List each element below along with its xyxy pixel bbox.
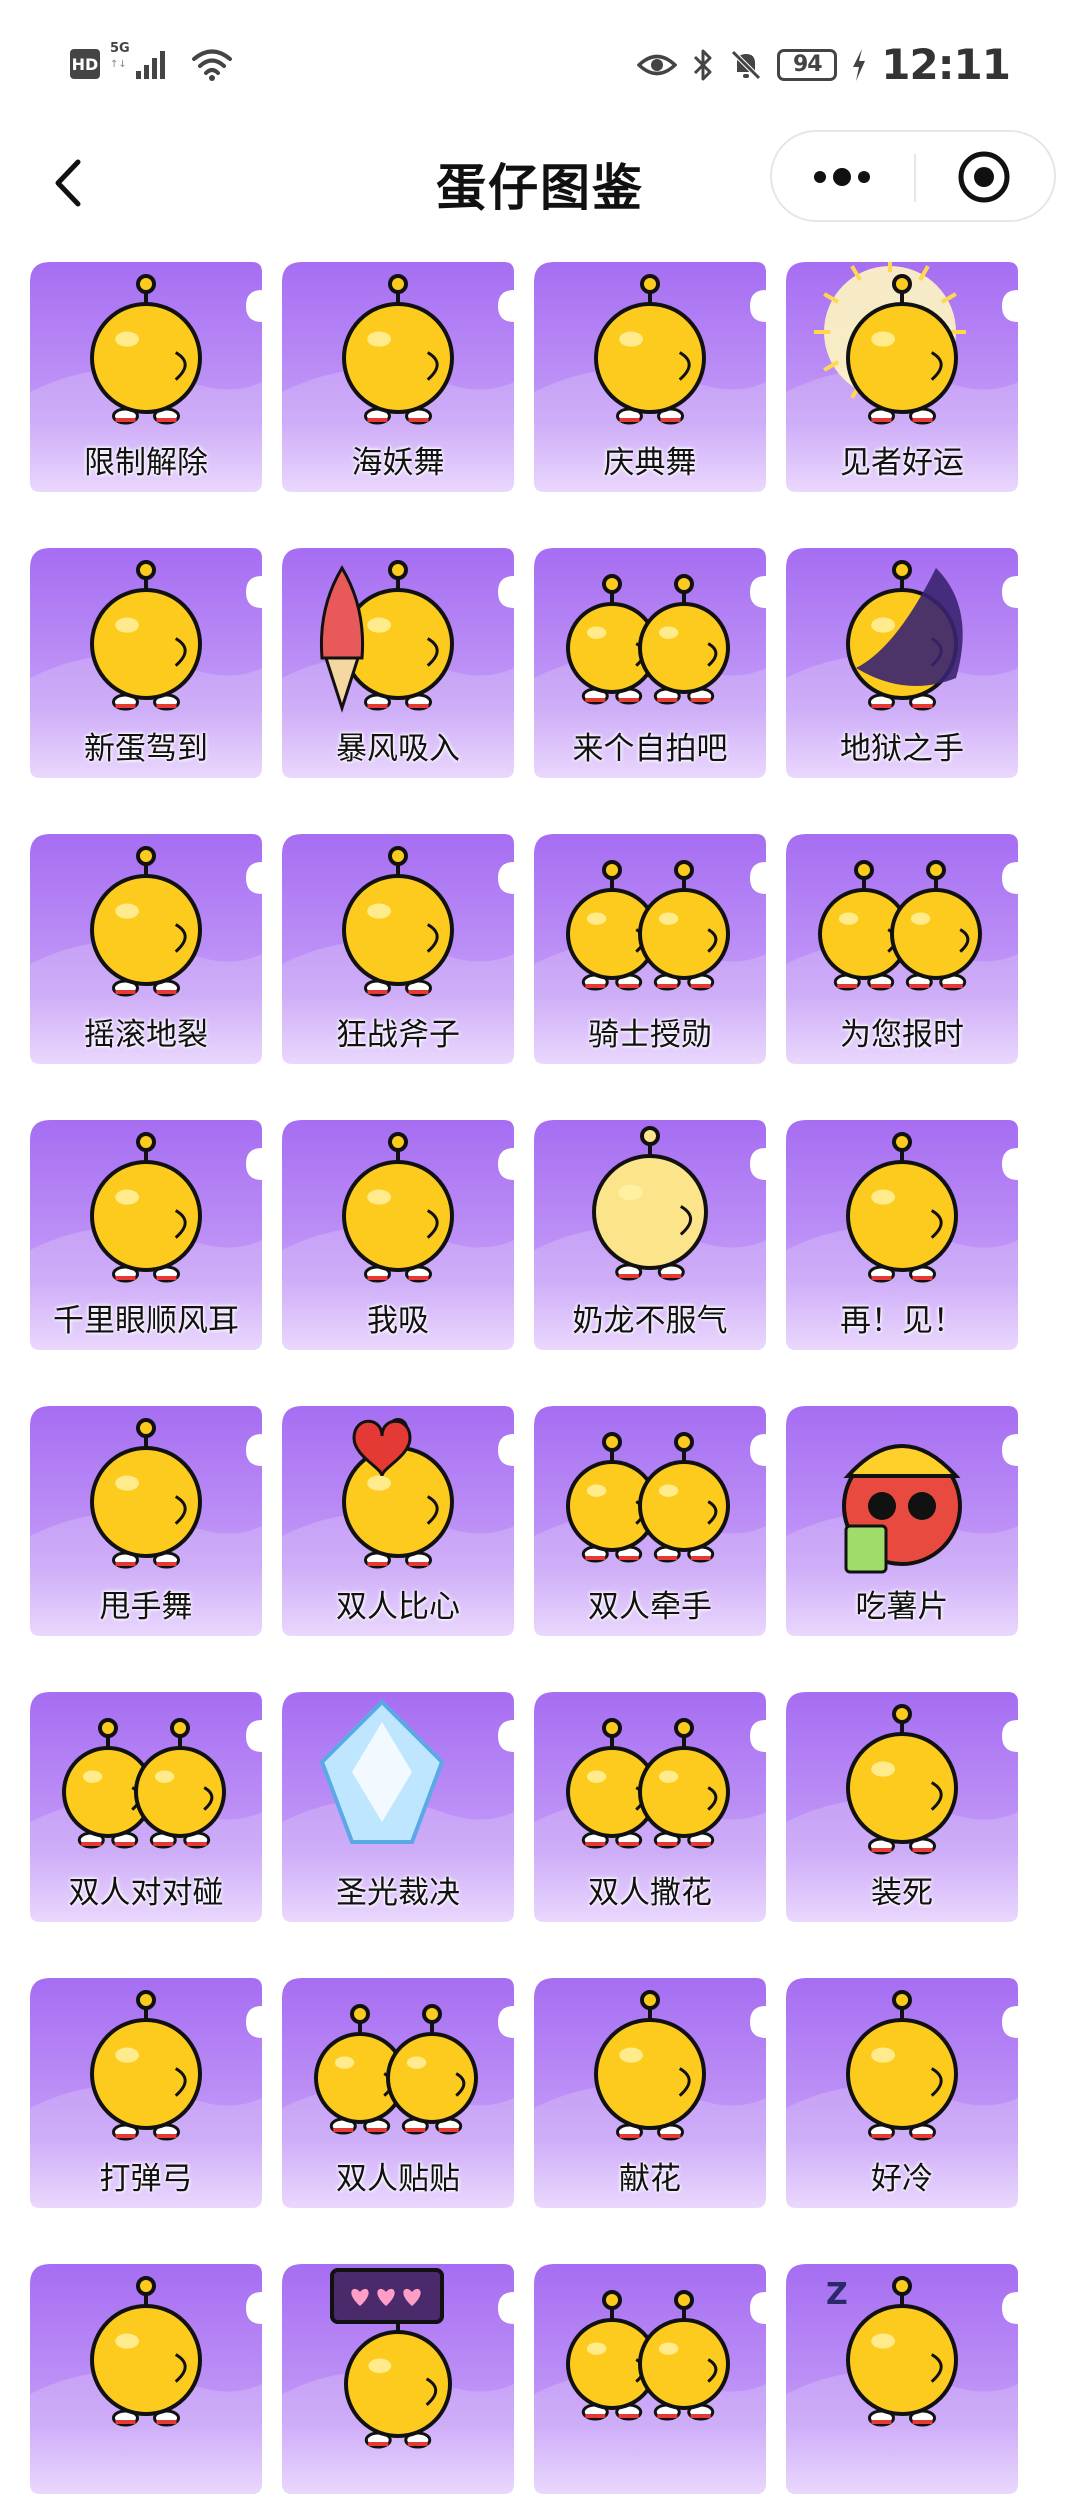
nav-bar: 蛋仔图鉴 (0, 130, 1080, 240)
eggy-character-icon: Z (826, 2276, 958, 2427)
charging-icon (853, 48, 866, 81)
status-right: 94 12:11 (637, 40, 1011, 89)
emote-card[interactable]: 狂战斧子 (282, 834, 514, 1064)
close-target-icon (958, 151, 1010, 203)
emote-card[interactable]: 装死 (786, 1692, 1018, 1922)
battery-level: 94 (777, 48, 838, 81)
emote-label: 圣光裁决 (336, 1875, 460, 1911)
emote-label: 新蛋驾到 (84, 731, 208, 767)
eggy-character-icon (566, 2290, 730, 2421)
network-activity: ↑↓ (110, 59, 127, 70)
emote-label: 双人对对碰 (68, 1875, 224, 1911)
emote-card[interactable]: 双人贴贴 (282, 1978, 514, 2208)
emote-card[interactable]: 打弹弓 (30, 1978, 262, 2208)
emote-label: 打弹弓 (99, 2161, 193, 2197)
emote-card[interactable]: 限制解除 (30, 262, 262, 492)
cellular-signal: 5G ↑↓ (110, 41, 180, 81)
more-button[interactable] (772, 132, 912, 220)
status-time: 12:11 (881, 40, 1011, 89)
emote-label: 再！见！ (840, 1303, 964, 1339)
emote-label: 为您报时 (840, 1017, 964, 1053)
emote-card[interactable]: 摇滚地裂 (30, 834, 262, 1064)
emote-card[interactable]: 来个自拍吧 (534, 548, 766, 778)
emote-card[interactable]: 新蛋驾到 (30, 548, 262, 778)
emote-label: 我吸 (367, 1303, 429, 1339)
emote-card[interactable]: 吃薯片 (786, 1406, 1018, 1636)
eggy-character-icon (90, 2276, 202, 2427)
emote-label: 见者好运 (840, 445, 964, 481)
network-type: 5G (110, 41, 130, 56)
emote-label: 装死 (871, 1875, 933, 1911)
emote-card[interactable]: 我吸 (282, 1120, 514, 1350)
emote-card[interactable]: 双人对对碰 (30, 1692, 262, 1922)
emote-card[interactable]: 双人撒花 (534, 1692, 766, 1922)
emote-label: 狂战斧子 (336, 1017, 460, 1053)
more-dots-icon (814, 168, 870, 186)
bluetooth-icon (694, 49, 712, 80)
emote-card[interactable] (282, 2264, 514, 2494)
emote-card[interactable]: 再！见！ (786, 1120, 1018, 1350)
close-button[interactable] (918, 132, 1054, 220)
emote-card[interactable]: 暴风吸入 (282, 548, 514, 778)
emote-card[interactable]: Z (786, 2264, 1018, 2494)
emote-card[interactable]: 奶龙不服气 (534, 1120, 766, 1350)
emote-card[interactable]: 甩手舞 (30, 1406, 262, 1636)
emote-label: 奶龙不服气 (572, 1303, 728, 1339)
emote-label: 千里眼顺风耳 (53, 1303, 239, 1339)
emote-label: 双人撒花 (588, 1875, 712, 1911)
emote-label: 限制解除 (84, 445, 208, 481)
status-left: HD 5G ↑↓ (70, 41, 234, 82)
emote-label: 来个自拍吧 (572, 731, 728, 767)
wifi-icon (192, 49, 232, 81)
emote-label: 甩手舞 (99, 1589, 193, 1625)
mute-bell-icon (731, 49, 762, 80)
emote-card[interactable]: 地狱之手 (786, 548, 1018, 778)
miniprogram-capsule (770, 130, 1056, 222)
emote-label: 暴风吸入 (336, 731, 460, 767)
emote-card[interactable]: 双人比心 (282, 1406, 514, 1636)
emote-grid: 限制解除 海妖舞 庆典舞 见者好运新蛋驾到 暴风吸入 来个自拍吧 地狱之手摇滚地裂 狂战斧子 骑… (30, 262, 1050, 2494)
emote-card[interactable] (534, 2264, 766, 2494)
emote-label: 双人比心 (336, 1589, 460, 1625)
emote-card[interactable]: 千里眼顺风耳 (30, 1120, 262, 1350)
capsule-divider (914, 154, 916, 202)
emote-label: 献花 (619, 2161, 681, 2197)
eggy-character-icon (330, 2268, 452, 2449)
emote-label: 地狱之手 (840, 731, 964, 767)
emote-card[interactable]: 双人牵手 (534, 1406, 766, 1636)
eye-icon (637, 54, 678, 75)
emote-card[interactable]: 见者好运 (786, 262, 1018, 492)
emote-label: 吃薯片 (855, 1589, 949, 1625)
hd-badge: HD (70, 49, 100, 79)
emote-card[interactable] (30, 2264, 262, 2494)
emote-card[interactable]: 献花 (534, 1978, 766, 2208)
svg-text:Z: Z (826, 2277, 848, 2312)
emote-card[interactable]: 庆典舞 (534, 262, 766, 492)
emote-label: 海妖舞 (351, 445, 445, 481)
emote-label: 摇滚地裂 (84, 1017, 208, 1053)
emote-card[interactable]: 为您报时 (786, 834, 1018, 1064)
emote-label: 双人牵手 (588, 1589, 712, 1625)
status-bar: HD 5G ↑↓ 94 12:11 (0, 0, 1080, 130)
emote-card[interactable]: 骑士授勋 (534, 834, 766, 1064)
emote-label: 骑士授勋 (588, 1017, 712, 1053)
emote-card[interactable]: 海妖舞 (282, 262, 514, 492)
emote-label: 庆典舞 (603, 445, 697, 481)
emote-card[interactable]: 好冷 (786, 1978, 1018, 2208)
emote-label: 双人贴贴 (336, 2161, 460, 2197)
emote-card[interactable]: 圣光裁决 (282, 1692, 514, 1922)
emote-label: 好冷 (871, 2161, 933, 2197)
